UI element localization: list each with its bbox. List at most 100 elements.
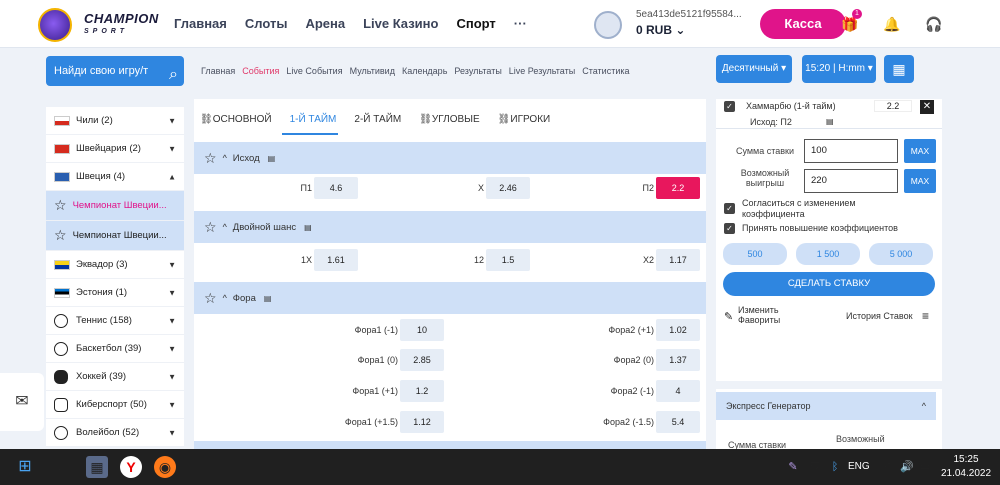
calculator-icon[interactable]: ▦ — [86, 456, 108, 478]
odd-button[interactable]: 1.61 — [314, 249, 358, 271]
shield-icon[interactable]: ⛉ — [804, 456, 826, 478]
odd-button[interactable]: 1.5 — [486, 249, 530, 271]
subnav-multiview[interactable]: Мультивид — [350, 66, 395, 76]
max-win-button[interactable]: MAX — [904, 169, 936, 193]
sidebar-item-sweden[interactable]: Швеция (4) ▲ — [46, 163, 184, 191]
chevron-down-icon: ⌄ — [675, 23, 686, 37]
clock-time[interactable]: 15:25 — [946, 454, 986, 465]
tab-players[interactable]: ⛓ИГРОКИ — [498, 114, 551, 125]
agree-change-checkbox[interactable]: ✓ — [724, 203, 735, 214]
chevron-down-icon: ▼ — [168, 316, 176, 325]
sidebar-item-hockey[interactable]: Хоккей (39) ▼ — [46, 363, 184, 391]
search-icon[interactable]: ⌕ — [50, 456, 72, 478]
balance[interactable]: 0 RUB ⌄ — [636, 23, 685, 37]
odd-button[interactable]: 2.46 — [486, 177, 530, 199]
sidebar-item-basketball[interactable]: Баскетбол (39) ▼ — [46, 335, 184, 363]
stats-icon[interactable]: ▤ — [264, 294, 272, 303]
kassa-button[interactable]: Касса — [760, 9, 846, 39]
nav-arena[interactable]: Арена — [305, 16, 345, 31]
odds-format-select[interactable]: Десятичный ▾ — [716, 55, 792, 83]
sidebar-item-esports[interactable]: Киберспорт (50) ▼ — [46, 391, 184, 419]
odd-button[interactable]: 1.17 — [656, 249, 700, 271]
star-icon[interactable]: ☆ — [204, 290, 217, 306]
handicap-label: Фора1 (-1) — [354, 325, 398, 335]
sidebar-item-chile[interactable]: Чили (2) ▼ — [46, 107, 184, 135]
express-generator-header[interactable]: Экспресс Генератор ^ — [716, 392, 936, 420]
sidebar-item-sweden-league-2[interactable]: ☆ Чемпионат Швеции... — [46, 221, 184, 251]
odd-button[interactable]: 4.6 — [314, 177, 358, 199]
sidebar-item-sweden-league-1[interactable]: ☆ Чемпионат Швеции... — [46, 191, 184, 221]
subnav-statistics[interactable]: Статистика — [582, 66, 629, 76]
game-search[interactable]: Найди свою игру/т ⌕ — [46, 56, 184, 86]
mail-icon[interactable]: ✉ — [0, 373, 44, 431]
firefox-icon[interactable]: ◉ — [154, 456, 176, 478]
odd-button-selected[interactable]: 2.2 — [656, 177, 700, 199]
max-stake-button[interactable]: MAX — [904, 139, 936, 163]
quick-stake-500[interactable]: 500 — [723, 243, 787, 265]
subnav-live-events[interactable]: Live События — [286, 66, 342, 76]
sidebar-item-switzerland[interactable]: Швейцария (2) ▼ — [46, 135, 184, 163]
subnav-results[interactable]: Результаты — [454, 66, 501, 76]
nav-slots[interactable]: Слоты — [245, 16, 288, 31]
yandex-browser-icon[interactable]: Y — [120, 456, 142, 478]
odd-button[interactable]: 4 — [656, 380, 700, 402]
account-avatar[interactable] — [594, 11, 622, 39]
star-icon: ☆ — [54, 197, 67, 213]
odd-button[interactable]: 2.85 — [400, 349, 444, 371]
market-header-ishod[interactable]: ☆ ^ Исход ▤ — [194, 142, 706, 174]
quick-stake-5000[interactable]: 5 000 — [869, 243, 933, 265]
windows-start-icon[interactable]: ⊞ — [14, 456, 36, 478]
stats-icon[interactable]: ▤ — [304, 223, 312, 232]
market-header-double-chance[interactable]: ☆ ^ Двойной шанс ▤ — [194, 211, 706, 243]
battery-icon[interactable]: ▭ — [914, 456, 936, 478]
place-bet-button[interactable]: СДЕЛАТЬ СТАВКУ — [723, 272, 935, 296]
accept-increase-checkbox[interactable]: ✓ — [724, 223, 735, 234]
clock-date[interactable]: 21.04.2022 — [936, 468, 996, 479]
odd-button[interactable]: 1.02 — [656, 319, 700, 341]
brand-name[interactable]: CHAMPION SPORT — [84, 12, 159, 37]
sidebar-item-tennis[interactable]: Теннис (158) ▼ — [46, 307, 184, 335]
subnav-home[interactable]: Главная — [201, 66, 235, 76]
chevron-down-icon: ▼ — [168, 344, 176, 353]
odd-button[interactable]: 10 — [400, 319, 444, 341]
subnav-calendar[interactable]: Календарь — [402, 66, 447, 76]
tab-main[interactable]: ⛓ОСНОВНОЙ — [200, 114, 272, 125]
tab-second-half[interactable]: 2-Й ТАЙМ — [354, 114, 401, 125]
bluetooth-icon[interactable]: ᛒ — [824, 456, 846, 478]
edit-favorites-link[interactable]: Изменить Фавориты — [738, 305, 798, 325]
time-format-select[interactable]: 15:20 | H:mm ▾ — [802, 55, 876, 83]
nav-sport[interactable]: Спорт — [456, 16, 495, 31]
selection-checkbox[interactable]: ✓ — [724, 101, 735, 112]
sidebar-item-volleyball[interactable]: Волейбол (52) ▼ — [46, 419, 184, 447]
edit-icon[interactable]: ✎ — [724, 310, 733, 323]
quick-stake-1500[interactable]: 1 500 — [796, 243, 860, 265]
stake-input[interactable]: 100 — [804, 139, 898, 163]
market-header-fora[interactable]: ☆ ^ Фора ▤ — [194, 282, 706, 314]
nav-live-casino[interactable]: Live Казино — [363, 16, 438, 31]
headset-icon[interactable]: 🎧 — [924, 14, 944, 34]
champion-logo[interactable] — [38, 8, 72, 42]
tab-corners[interactable]: ⛓УГЛОВЫЕ — [419, 114, 479, 125]
subnav-events[interactable]: События — [242, 66, 279, 76]
nav-home[interactable]: Главная — [174, 16, 227, 31]
calculator-icon[interactable]: ▦ — [884, 55, 914, 83]
subnav-live-results[interactable]: Live Результаты — [509, 66, 575, 76]
bet-history-link[interactable]: История Ставок — [846, 311, 913, 321]
tab-first-half[interactable]: 1-Й ТАЙМ — [290, 114, 337, 125]
language-indicator[interactable]: ENG — [848, 461, 870, 472]
star-icon[interactable]: ☆ — [204, 150, 217, 166]
star-icon[interactable]: ☆ — [204, 219, 217, 235]
odd-button[interactable]: 1.37 — [656, 349, 700, 371]
nav-more[interactable]: ··· — [514, 16, 527, 31]
bell-icon[interactable]: 🔔 — [882, 14, 902, 34]
sidebar-item-estonia[interactable]: Эстония (1) ▼ — [46, 279, 184, 307]
odd-button[interactable]: 1.2 — [400, 380, 444, 402]
sidebar-item-ecuador[interactable]: Эквадор (3) ▼ — [46, 251, 184, 279]
odd-button[interactable]: 5.4 — [656, 411, 700, 433]
stats-icon[interactable]: ▤ — [268, 154, 276, 163]
stats-icon[interactable]: ▤ — [826, 117, 834, 126]
menu-icon[interactable]: ≡ — [922, 309, 929, 323]
close-icon[interactable]: ✕ — [920, 100, 934, 114]
feather-icon[interactable]: ✎ — [782, 456, 804, 478]
odd-button[interactable]: 1.12 — [400, 411, 444, 433]
